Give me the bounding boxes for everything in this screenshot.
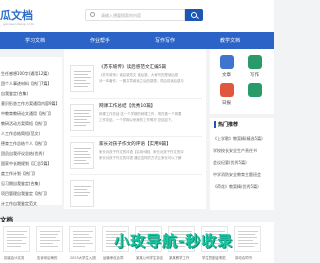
- doc-card[interactable]: [234, 226, 261, 252]
- article-icon[interactable]: [220, 55, 234, 69]
- quick-link-label[interactable]: 写作: [250, 72, 259, 78]
- doc-card-label[interactable]: 学生贫困证明范: [202, 255, 226, 260]
- quick-links-panel: 文章 写作 日报: [210, 49, 274, 114]
- doc-thumbnail[interactable]: [70, 142, 94, 169]
- list-item[interactable]: 生任感想100字(通用12篇): [1, 71, 49, 77]
- doc-card-label[interactable]: 2023大学生入团: [70, 255, 96, 260]
- doc-thumbnail[interactable]: [70, 104, 94, 131]
- article-feed: 《苏东坡传》读后感范文汇编5篇 《苏东坡传》读后感范文 读后感，大家写的是读后感…: [64, 49, 206, 209]
- doc-card[interactable]: [36, 226, 63, 252]
- nav-item-writing[interactable]: 写作写作: [155, 37, 175, 44]
- hot-section-title: 热门推荐: [214, 121, 238, 128]
- list-item[interactable]: 中教育教研论文通用【热门】: [1, 111, 53, 117]
- search-icon: [90, 12, 95, 17]
- search-button[interactable]: [185, 9, 203, 21]
- doc-card-label[interactable]: 某某教学工作: [169, 255, 189, 260]
- report-icon[interactable]: [248, 83, 262, 97]
- nav-item-teaching[interactable]: 教学文档: [220, 37, 240, 44]
- feed-item-title[interactable]: 家长对孩子作文的评语【实用9篇】: [99, 141, 171, 147]
- hot-item[interactable]: 会议纪要(优秀5篇): [213, 160, 247, 166]
- hot-item[interactable]: 《荷花》教案精(优秀5篇): [213, 184, 259, 190]
- site-logo[interactable]: 瓜文档: [0, 7, 33, 23]
- feed-item[interactable]: 网课工作总结【优秀10篇】 网课工作总结 这一个学期的网课工作，现在做一个简要 …: [64, 98, 206, 136]
- quick-link-label[interactable]: 文章: [222, 72, 231, 78]
- doc-thumbnail[interactable]: [70, 65, 94, 92]
- list-item[interactable]: 度工作计划【热门】: [1, 171, 37, 177]
- doc-thumbnail[interactable]: [70, 180, 94, 207]
- doc-card-label[interactable]: 运输承包合同: [103, 255, 123, 260]
- hot-recommendations: 热门推荐 《上学歌》教案精(精选5篇) 学校校长安全生产责任书 会议纪要(优秀5…: [210, 118, 274, 210]
- list-item[interactable]: 团个人事迹材料【热门7篇】: [1, 81, 52, 87]
- list-item[interactable]: 见习期自我鉴定(合集): [1, 181, 40, 187]
- watermark-overlay: 小玫导航-秒收录: [114, 232, 234, 250]
- feed-item-desc: 网课工作总结 这一个学期的网课工作，现在做一个简要: [99, 112, 182, 116]
- feed-item[interactable]: [64, 174, 206, 212]
- nav-item-homework[interactable]: 作业帮手: [90, 37, 110, 44]
- doc-card[interactable]: [3, 226, 30, 252]
- daily-report-icon[interactable]: [220, 83, 234, 97]
- writing-icon[interactable]: [248, 55, 262, 69]
- feed-item-desc: 对一本著作、一篇文章阅读之后的感想，然后将读后感与: [99, 79, 184, 83]
- site-logo-subtitle: ganwendang.com: [3, 22, 34, 26]
- hot-item[interactable]: 学校校长安全生产责任书: [213, 148, 257, 154]
- doc-card-label[interactable]: 告诉你后悔的: [37, 255, 57, 260]
- feed-item-desc: 家长对孩子作文的评语 通过这样的方式让家长可以了解: [99, 156, 182, 160]
- doc-card-label[interactable]: 劳动合同书: [235, 255, 252, 260]
- left-article-list: 生任感想100字(通用12篇) 团个人事迹材料【热门7篇】 自我鉴定(合集) 意…: [0, 57, 62, 207]
- list-item[interactable]: 自我鉴定(合集): [1, 91, 28, 97]
- header: 瓜文档 ganwendang.com 请输入想要搜索的内容: [0, 0, 274, 32]
- list-item[interactable]: 团员自我评议总结(优秀): [1, 151, 44, 157]
- list-item[interactable]: 计工作自我鉴定范文: [1, 201, 37, 207]
- list-item[interactable]: 国家中长期规划【汇总5篇】: [1, 161, 52, 167]
- list-item[interactable]: 意识形态工作方案通用内容9篇】: [1, 101, 60, 107]
- list-item[interactable]: 教研活动方案简短【热门】: [1, 121, 49, 127]
- feed-item-title[interactable]: 网课工作总结【优秀10篇】: [99, 103, 155, 109]
- feed-item-desc: 工作总结，一个学期以来我的工作情况 总结如下。: [99, 118, 175, 122]
- list-item[interactable]: 德育工作总结个人【热门】: [1, 141, 49, 147]
- feed-item[interactable]: 家长对孩子作文的评语【实用9篇】 家长对孩子作文的评语【实用9篇】 家长对孩子作…: [64, 136, 206, 174]
- feed-item[interactable]: 《苏东坡传》读后感范文汇编5篇 《苏东坡传》读后感范文 读后感，大家写的是读后感…: [64, 59, 206, 97]
- hot-item[interactable]: 《上学歌》教案精(精选5篇): [213, 136, 263, 142]
- main-nav: 学习文档 作业帮手 写作写作 教学文档: [0, 32, 274, 49]
- search-input[interactable]: 请输入想要搜索的内容: [85, 9, 185, 21]
- feed-item-desc: 家长对孩子作文的评语【实用9篇】 家长对孩子作文的评: [99, 150, 184, 154]
- list-item[interactable]: 项目管理自我鉴定【热门】: [1, 191, 49, 197]
- feed-item-title[interactable]: 《苏东坡传》读后感范文汇编5篇: [99, 64, 166, 70]
- doc-card-label[interactable]: 某某公司学生协议: [136, 255, 163, 260]
- quick-link-label[interactable]: 日报: [222, 100, 231, 106]
- feed-item-desc: 《苏东坡传》读后感范文 读后感，大家写的是读后感: [99, 73, 179, 77]
- hot-item[interactable]: 中学消防安全教育主题班会: [213, 172, 261, 178]
- doc-card-label[interactable]: 初级会计实务: [4, 255, 24, 260]
- doc-card[interactable]: [69, 226, 96, 252]
- list-item[interactable]: 人工作总结简短(范文): [1, 131, 40, 137]
- nav-item-study[interactable]: 学习文档: [25, 37, 45, 44]
